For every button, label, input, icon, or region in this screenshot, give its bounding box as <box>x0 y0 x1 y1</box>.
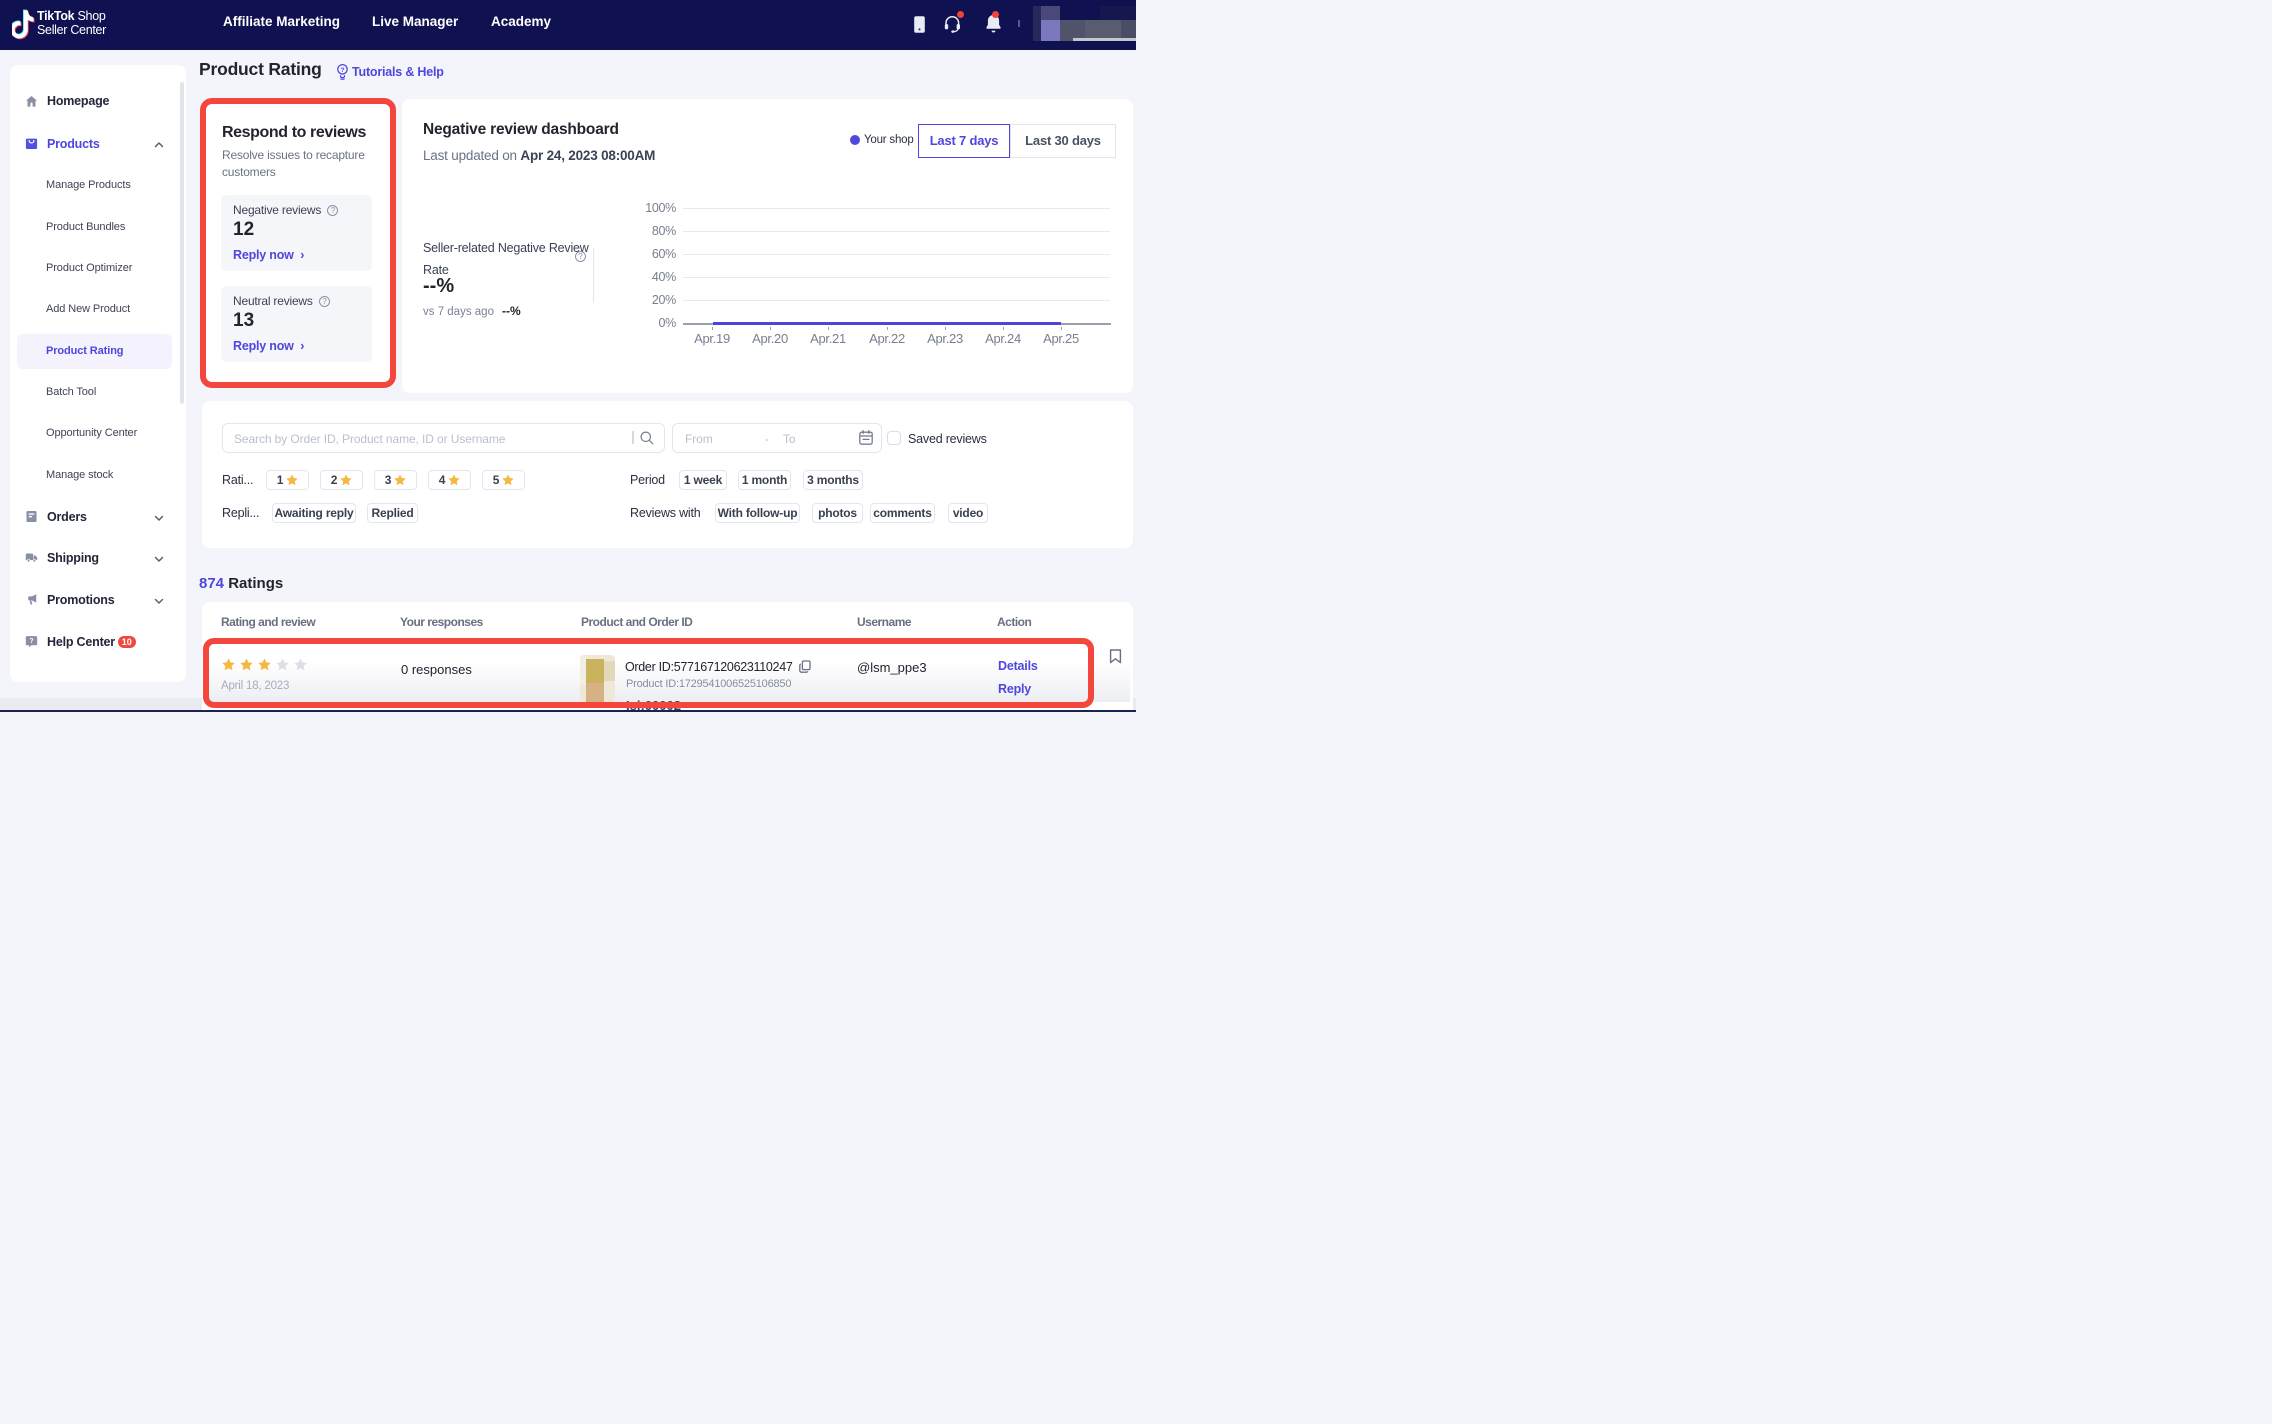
svg-text:?: ? <box>29 638 33 645</box>
svg-text:?: ? <box>340 67 344 74</box>
